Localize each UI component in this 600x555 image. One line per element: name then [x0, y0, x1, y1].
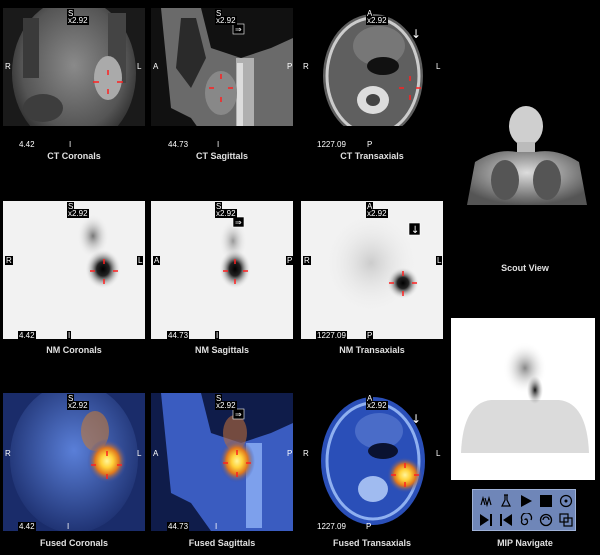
zoom-readout: x2.92 — [215, 209, 237, 218]
orientation-right: L — [137, 62, 142, 71]
orientation-left: R — [303, 62, 309, 71]
orientation-right: P — [287, 62, 293, 71]
orientation-left: R — [303, 256, 311, 265]
target-icon[interactable] — [557, 493, 575, 509]
orientation-bottom: P — [366, 522, 372, 531]
orientation-bottom: I — [67, 522, 70, 531]
step-back-icon[interactable] — [477, 512, 495, 528]
ct-coronal-view[interactable] — [3, 8, 145, 146]
ct-sagittal-view[interactable]: ⇒ — [151, 8, 293, 146]
orientation-left: A — [153, 449, 159, 458]
play-icon[interactable] — [517, 493, 535, 509]
nm-coronal-view[interactable] — [3, 201, 145, 339]
stop-icon[interactable] — [537, 493, 555, 509]
orientation-left: R — [5, 256, 13, 265]
rewind-icon[interactable] — [497, 512, 515, 528]
slice-position: 4.42 — [18, 331, 36, 340]
zoom-readout: x2.92 — [366, 401, 388, 410]
spiral-icon[interactable] — [517, 512, 535, 528]
svg-text:↓: ↓ — [411, 412, 421, 426]
zoom-readout: x2.92 — [67, 16, 89, 25]
swirl-icon[interactable] — [537, 512, 555, 528]
fused-transaxial-label: Fused Transaxials — [332, 538, 412, 548]
fused-coronal-label: Fused Coronals — [39, 538, 108, 548]
scout-view-label: Scout View — [501, 263, 549, 273]
zoom-readout: x2.92 — [67, 401, 89, 410]
orientation-left: A — [153, 62, 159, 71]
orientation-left: R — [5, 62, 11, 71]
nm-sagittal-label: NM Sagittals — [194, 345, 249, 355]
orientation-left: A — [153, 256, 161, 265]
orientation-left: R — [5, 449, 11, 458]
mip-toolbar — [472, 489, 576, 531]
orientation-right: P — [286, 256, 294, 265]
orientation-right: L — [137, 256, 144, 265]
svg-text:↓: ↓ — [411, 27, 421, 41]
fused-sagittal-label: Fused Sagittals — [188, 538, 256, 548]
ct-sagittal-label: CT Sagittals — [195, 151, 248, 161]
slice-position: 4.42 — [18, 522, 36, 531]
nm-coronal-label: NM Coronals — [46, 345, 102, 355]
frames-icon[interactable] — [557, 512, 575, 528]
mip-navigate-label: MIP Navigate — [497, 538, 553, 548]
slice-position: 4.42 — [18, 140, 36, 149]
orientation-right: L — [436, 62, 441, 71]
zoom-readout: x2.92 — [366, 209, 388, 218]
orientation-bottom: P — [367, 140, 373, 149]
nm-transaxial-view[interactable]: ↓ — [301, 201, 443, 339]
scout-view[interactable] — [457, 104, 596, 205]
slice-position: 1227.09 — [316, 331, 347, 340]
svg-text:⇒: ⇒ — [235, 410, 242, 419]
zoom-readout: x2.92 — [215, 401, 237, 410]
orientation-right: L — [436, 256, 443, 265]
zoom-readout: x2.92 — [215, 16, 237, 25]
orientation-left: R — [303, 449, 309, 458]
fused-transaxial-view[interactable]: ↓ — [301, 393, 443, 531]
orientation-bottom: I — [67, 331, 72, 340]
fused-sagittal-view[interactable]: ⇒ — [151, 393, 293, 531]
orientation-bottom: I — [215, 331, 220, 340]
slice-position: 44.73 — [167, 140, 190, 149]
ct-transaxial-label: CT Transaxials — [340, 151, 404, 161]
zoom-readout: x2.92 — [366, 16, 388, 25]
svg-text:⇒: ⇒ — [235, 25, 242, 34]
slice-position: 1227.09 — [316, 140, 347, 149]
ct-coronal-label: CT Coronals — [47, 151, 101, 161]
orientation-right: L — [436, 449, 441, 458]
nm-transaxial-label: NM Transaxials — [339, 345, 405, 355]
orientation-right: L — [137, 449, 142, 458]
svg-text:↓: ↓ — [411, 225, 419, 236]
flask-icon[interactable] — [497, 493, 515, 509]
orientation-bottom: P — [366, 331, 374, 340]
slice-position: 44.73 — [167, 331, 190, 340]
ct-transaxial-view[interactable]: ↓ — [301, 8, 443, 146]
slice-position: 1227.09 — [316, 522, 347, 531]
zoom-readout: x2.92 — [67, 209, 89, 218]
orientation-bottom: I — [217, 140, 220, 149]
svg-text:⇒: ⇒ — [235, 218, 242, 227]
fused-coronal-view[interactable] — [3, 393, 145, 531]
pan-icon[interactable] — [477, 493, 495, 509]
nm-sagittal-view[interactable]: ⇒ — [151, 201, 293, 339]
slice-position: 44.73 — [167, 522, 190, 531]
orientation-bottom: I — [215, 522, 218, 531]
orientation-bottom: I — [69, 140, 72, 149]
mip-view[interactable] — [451, 318, 595, 480]
orientation-right: P — [287, 449, 293, 458]
